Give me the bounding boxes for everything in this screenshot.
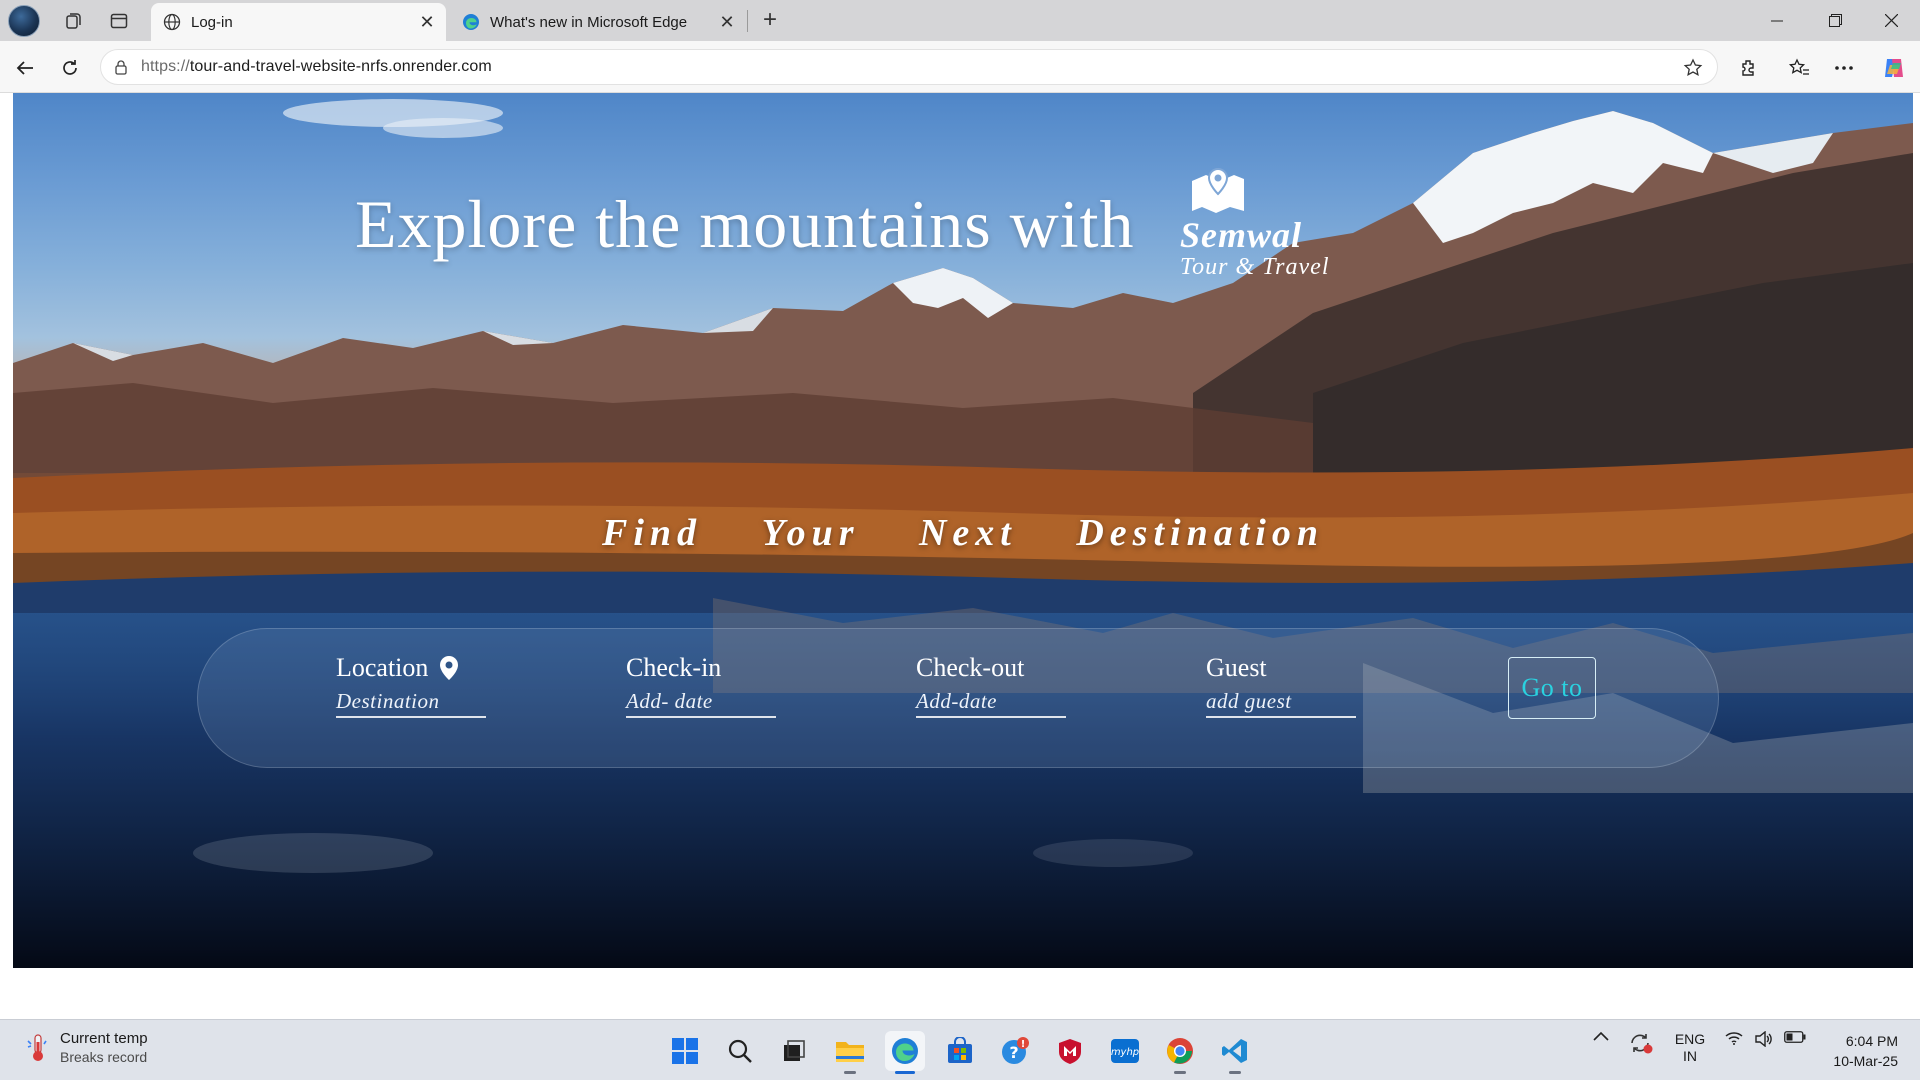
site-info-icon[interactable] [101,59,141,75]
weather-subtitle: Breaks record [60,1049,148,1065]
tab-divider [747,10,748,32]
edge-icon [463,14,479,30]
start-icon[interactable] [665,1031,705,1071]
microsoft-store-icon[interactable] [940,1031,980,1071]
profile-avatar[interactable] [8,5,40,37]
tagline-word: Find [602,512,703,554]
hero-section: Explore the mountains with Semwal Tour &… [13,93,1913,968]
battery-icon[interactable] [1782,1031,1808,1043]
favorite-star-icon[interactable] [1681,56,1705,80]
brand-logo[interactable]: Semwal Tour & Travel [1180,167,1380,281]
guest-field: Guest add guest [1206,653,1366,718]
show-hidden-icons-chevron-icon[interactable] [1590,1031,1612,1041]
notification-badge: ! [1021,1039,1026,1050]
svg-text:myhp: myhp [1111,1047,1139,1058]
running-indicator [895,1071,915,1074]
edge-taskbar-icon[interactable] [885,1031,925,1074]
support-assistant-icon[interactable]: ?! [995,1031,1035,1071]
brand-subtitle: Tour & Travel [1180,254,1330,280]
tagline-word: Your [761,512,860,554]
workspaces-icon[interactable] [60,7,88,35]
new-tab-icon[interactable]: + [756,6,784,34]
tab-bar: Log-in ✕ What's new in Microsoft Edge ✕ … [0,0,1920,41]
task-view-icon[interactable] [774,1031,814,1071]
close-window-icon[interactable] [1862,0,1920,41]
windows-taskbar: Current temp Breaks record ?! myhp ENG I… [0,1019,1920,1080]
check-in-input[interactable]: Add- date [626,689,776,718]
url-scheme: https:// [141,58,190,75]
clock-time: 6:04 PM [1845,1033,1898,1049]
system-clock[interactable]: 6:04 PM 10-Mar-25 [1818,1031,1898,1071]
minimize-icon[interactable] [1748,0,1806,41]
destination-input[interactable]: Destination [336,689,486,718]
copilot-icon[interactable] [1878,52,1910,84]
back-icon[interactable] [10,53,40,83]
myhp-icon[interactable]: myhp [1105,1031,1145,1071]
mcafee-icon[interactable] [1050,1031,1090,1071]
guest-label: Guest [1206,653,1267,682]
svg-text:?: ? [1009,1043,1018,1062]
url-host: tour-and-travel-website-nrfs.onrender.co… [189,58,492,75]
vertical-tabs-icon[interactable] [105,7,133,35]
extensions-icon[interactable] [1733,52,1765,84]
map-pin-icon [1192,167,1244,213]
booking-search-panel: Location Destination Check-in Add- date … [197,628,1719,768]
refresh-icon[interactable] [55,53,85,83]
check-in-label: Check-in [626,653,722,682]
restore-icon[interactable] [1806,0,1864,41]
language-indicator[interactable]: ENG IN [1670,1031,1710,1065]
check-out-input[interactable]: Add-date [916,689,1066,718]
hero-tagline: Find Your Next Destination [13,511,1913,555]
thermometer-icon [27,1033,47,1061]
close-tab-icon[interactable]: ✕ [414,9,440,35]
globe-icon [163,13,181,31]
page-viewport: Explore the mountains with Semwal Tour &… [0,93,1920,1019]
check-in-field: Check-in Add- date [626,653,786,718]
region-code: IN [1683,1048,1697,1064]
check-out-label: Check-out [916,653,1025,682]
language-code: ENG [1674,1031,1706,1047]
url-text: https://tour-and-travel-website-nrfs.onr… [141,58,492,76]
tagline-word: Destination [1076,512,1324,554]
file-explorer-icon[interactable] [830,1031,870,1074]
brand-name: Semwal [1180,215,1303,255]
tab-log-in[interactable]: Log-in ✕ [151,3,446,41]
more-options-icon[interactable] [1828,52,1860,84]
weather-title: Current temp [60,1030,148,1047]
tagline-word: Next [918,512,1017,554]
running-indicator [844,1071,856,1074]
go-to-button[interactable]: Go to [1508,657,1596,719]
location-label: Location [336,653,496,683]
volume-icon[interactable] [1752,1031,1776,1047]
tab-label: Log-in [191,13,233,31]
address-bar: https://tour-and-travel-website-nrfs.onr… [0,41,1920,93]
clock-date: 10-Mar-25 [1833,1053,1898,1069]
close-tab-icon[interactable]: ✕ [714,9,740,35]
weather-widget[interactable]: Current temp Breaks record [26,1030,148,1065]
search-icon[interactable] [720,1031,760,1071]
running-indicator [1229,1071,1241,1074]
wifi-icon[interactable] [1722,1031,1746,1045]
location-field: Location Destination [336,653,496,718]
chrome-icon[interactable] [1160,1031,1200,1074]
tab-label: What's new in Microsoft Edge [490,13,688,31]
vscode-icon[interactable] [1215,1031,1255,1074]
tab-whats-new-edge[interactable]: What's new in Microsoft Edge ✕ [450,3,746,41]
guest-input[interactable]: add guest [1206,689,1356,718]
url-field[interactable]: https://tour-and-travel-website-nrfs.onr… [100,49,1718,85]
location-pin-icon [440,656,459,680]
sync-status-icon[interactable] [1626,1031,1656,1055]
favorites-icon[interactable] [1783,52,1815,84]
location-label-text: Location [336,653,429,682]
running-indicator [1174,1071,1186,1074]
check-out-field: Check-out Add-date [916,653,1076,718]
hero-headline: Explore the mountains with [355,186,1135,262]
